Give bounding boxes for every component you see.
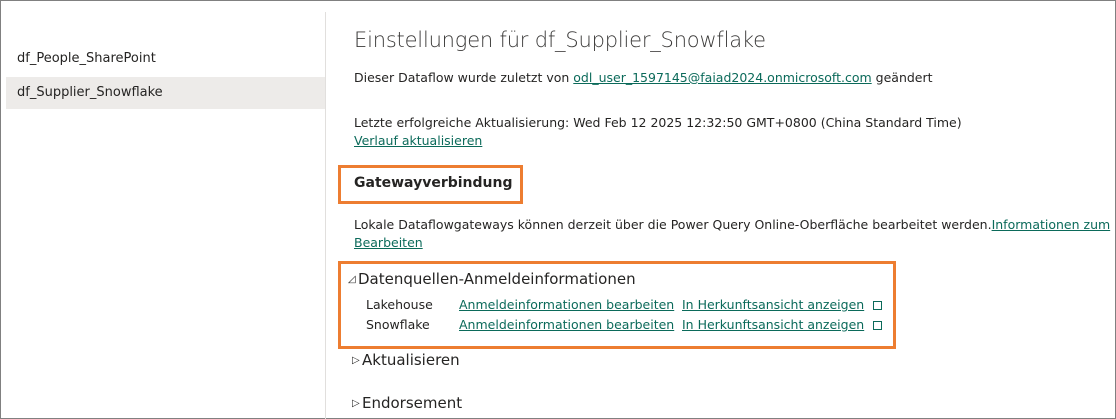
page-title: Einstellungen für df_Supplier_Snowflake	[354, 28, 766, 52]
modified-prefix: Dieser Dataflow wurde zuletzt von	[354, 70, 574, 85]
refresh-history-link[interactable]: Verlauf aktualisieren	[354, 133, 482, 148]
modified-suffix: geändert	[871, 70, 933, 85]
section-aktualisieren-expander[interactable]: ▷ Aktualisieren	[352, 351, 460, 369]
triangle-right-icon: ▷	[352, 398, 360, 409]
sidebar: df_People_SharePoint df_Supplier_Snowfla…	[6, 10, 325, 419]
sidebar-divider	[325, 12, 326, 419]
sidebar-item-df-people-sharepoint[interactable]: df_People_SharePoint	[6, 43, 325, 75]
section-endorsement-expander[interactable]: ▷ Endorsement	[352, 394, 462, 412]
modified-user-link[interactable]: odl_user_1597145@faiad2024.onmicrosoft.c…	[573, 70, 871, 85]
last-refresh-text: Letzte erfolgreiche Aktualisierung: Wed …	[354, 115, 962, 130]
triangle-right-icon: ▷	[352, 355, 360, 366]
section-aktualisieren-label: Aktualisieren	[362, 351, 460, 369]
gateway-info-link-cont[interactable]: Bearbeiten	[354, 235, 423, 250]
settings-panel: Einstellungen für df_Supplier_Snowflake …	[348, 0, 1114, 419]
gateway-description-text: Lokale Dataflowgateways können derzeit ü…	[354, 217, 992, 232]
gateway-description: Lokale Dataflowgateways können derzeit ü…	[354, 217, 1110, 232]
highlight-gateway-heading	[338, 165, 523, 204]
highlight-datasource-credentials	[338, 261, 896, 349]
gateway-info-link[interactable]: Informationen zum	[992, 217, 1111, 232]
sidebar-item-df-supplier-snowflake[interactable]: df_Supplier_Snowflake	[6, 77, 325, 109]
modified-info: Dieser Dataflow wurde zuletzt von odl_us…	[354, 70, 933, 85]
section-endorsement-label: Endorsement	[362, 394, 463, 412]
